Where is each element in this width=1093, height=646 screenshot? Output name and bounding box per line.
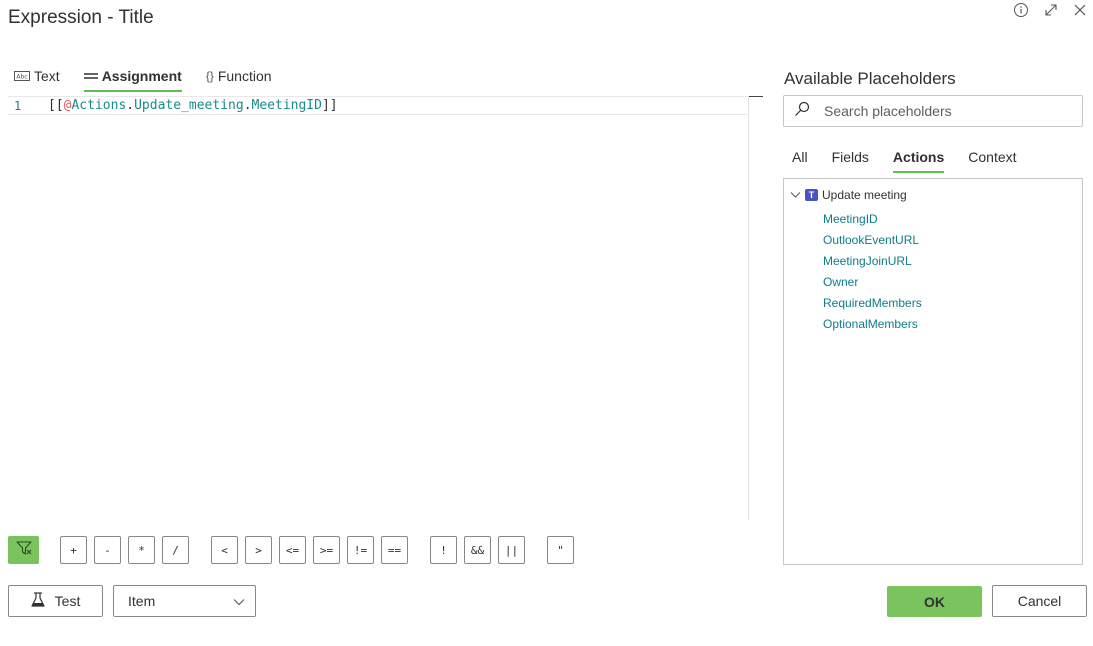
code-action: Update_meeting: [134, 98, 244, 113]
editor-mode-tabs: Abc Text Assignment {} Function: [14, 62, 272, 92]
operator-greater-equal-button[interactable]: >=: [313, 536, 340, 564]
placeholder-item[interactable]: OutlookEventURL: [823, 233, 922, 254]
operator-greater-than-button[interactable]: >: [245, 536, 272, 564]
operator-less-than-button[interactable]: <: [211, 536, 238, 564]
tab-assignment[interactable]: Assignment: [83, 62, 182, 92]
placeholder-tabs: All Fields Actions Context: [792, 143, 1017, 173]
svg-text:Abc: Abc: [16, 74, 27, 81]
cancel-button[interactable]: Cancel: [992, 585, 1087, 617]
code-open-brackets: [[: [48, 98, 64, 113]
operator-multiply-button[interactable]: *: [128, 536, 155, 564]
dialog-title: Expression - Title: [8, 7, 154, 28]
operator-not-button[interactable]: !: [430, 536, 457, 564]
placeholder-tree: T Update meeting MeetingID OutlookEventU…: [783, 178, 1083, 565]
code-property: MeetingID: [251, 98, 322, 113]
close-icon[interactable]: [1073, 3, 1087, 17]
function-icon: {}: [205, 69, 214, 83]
operator-minus-button[interactable]: -: [94, 536, 121, 564]
tab-assignment-label: Assignment: [101, 68, 182, 84]
filter-icon: [15, 540, 32, 561]
placeholder-item[interactable]: MeetingJoinURL: [823, 254, 922, 275]
assignment-icon: [83, 68, 98, 84]
tab-actions[interactable]: Actions: [892, 143, 945, 173]
bottom-left-controls: Test Item: [8, 585, 256, 617]
operator-divide-button[interactable]: /: [162, 536, 189, 564]
tree-group-label: Update meeting: [822, 188, 907, 202]
editor-overview-ruler: [749, 96, 763, 97]
info-icon[interactable]: [1013, 2, 1029, 18]
search-input[interactable]: [824, 103, 1064, 119]
code-object: Actions: [71, 98, 127, 113]
tab-fields[interactable]: Fields: [832, 143, 869, 171]
ok-button[interactable]: OK: [887, 586, 982, 617]
placeholders-title: Available Placeholders: [784, 69, 956, 88]
expression-editor[interactable]: 1 [[@Actions.Update_meeting.MeetingID]]: [8, 96, 749, 520]
tree-group-update-meeting[interactable]: T Update meeting: [790, 188, 907, 202]
editor-line[interactable]: 1 [[@Actions.Update_meeting.MeetingID]]: [8, 96, 749, 115]
operator-plus-button[interactable]: +: [60, 536, 87, 564]
tree-leaves: MeetingID OutlookEventURL MeetingJoinURL…: [823, 212, 922, 338]
chevron-down-icon: [233, 593, 245, 609]
filter-button[interactable]: [8, 536, 39, 564]
code-text[interactable]: [[@Actions.Update_meeting.MeetingID]]: [48, 98, 338, 113]
code-dot: .: [126, 98, 135, 113]
expand-icon[interactable]: [1043, 2, 1059, 18]
test-button-label: Test: [54, 593, 81, 609]
test-button[interactable]: Test: [8, 585, 103, 617]
placeholder-search[interactable]: [783, 95, 1083, 127]
tab-all[interactable]: All: [792, 143, 808, 171]
placeholder-item[interactable]: Owner: [823, 275, 922, 296]
operator-equal-button[interactable]: ==: [381, 536, 408, 564]
context-select[interactable]: Item: [113, 585, 256, 617]
tab-text[interactable]: Abc Text: [14, 62, 60, 90]
text-icon: Abc: [14, 68, 30, 84]
chevron-down-icon[interactable]: [790, 188, 801, 202]
tab-text-label: Text: [34, 68, 60, 84]
placeholder-item[interactable]: OptionalMembers: [823, 317, 922, 338]
code-dot: .: [243, 98, 252, 113]
code-close-brackets: ]]: [321, 98, 338, 113]
tab-function[interactable]: {} Function: [206, 62, 272, 90]
tab-context[interactable]: Context: [968, 143, 1016, 171]
operator-toolbar: + - * / < > <= >= != == ! && || ": [8, 536, 581, 564]
tab-function-label: Function: [217, 68, 272, 84]
operator-or-button[interactable]: ||: [498, 536, 525, 564]
placeholder-item[interactable]: RequiredMembers: [823, 296, 922, 317]
operator-quote-button[interactable]: ": [547, 536, 574, 564]
operator-less-equal-button[interactable]: <=: [279, 536, 306, 564]
window-controls: [1013, 2, 1087, 18]
context-select-value: Item: [128, 593, 156, 609]
teams-icon: T: [805, 189, 818, 201]
operator-and-button[interactable]: &&: [464, 536, 491, 564]
flask-icon: [31, 591, 45, 611]
line-number: 1: [14, 99, 22, 113]
search-icon: [794, 101, 810, 122]
operator-not-equal-button[interactable]: !=: [347, 536, 374, 564]
placeholder-item[interactable]: MeetingID: [823, 212, 922, 233]
